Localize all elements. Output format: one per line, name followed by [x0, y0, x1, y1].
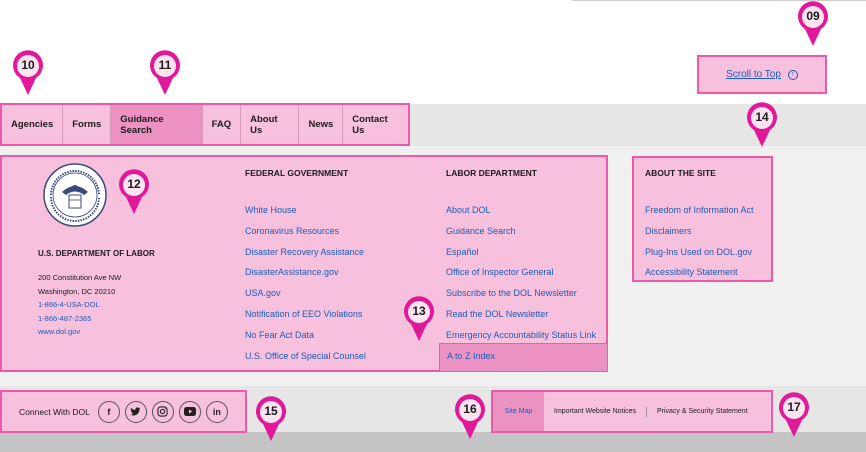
address-line-1: 200 Constitution Ave NW: [38, 273, 122, 282]
marker-17: 17: [777, 392, 811, 438]
about-link-disclaimers[interactable]: Disclaimers: [645, 224, 754, 245]
scroll-to-top-button[interactable]: Scroll to Top ↑: [697, 55, 827, 94]
marker-15: 15: [254, 396, 288, 442]
marker-13: 13: [402, 296, 436, 342]
facebook-icon[interactable]: f: [97, 400, 120, 423]
fed-link-osc[interactable]: U.S. Office of Special Counsel: [245, 349, 366, 370]
nav-item-contact-us[interactable]: Contact Us: [342, 105, 408, 144]
dol-seal-logo: [43, 163, 107, 227]
twitter-icon[interactable]: [124, 400, 147, 423]
marker-15-label: 15: [264, 404, 278, 418]
dol-link-about[interactable]: About DOL: [446, 203, 596, 224]
org-address: 200 Constitution Ave NW Washington, DC 2…: [38, 271, 121, 339]
address-line-2: Washington, DC 20210: [38, 286, 116, 296]
nav-item-faq[interactable]: FAQ: [201, 105, 241, 144]
marker-09-label: 09: [806, 9, 820, 23]
dol-link-oig[interactable]: Office of Inspector General: [446, 265, 596, 286]
nav-item-about-us[interactable]: About Us: [240, 105, 298, 144]
about-the-site-heading: ABOUT THE SITE: [645, 168, 716, 178]
marker-13-label: 13: [412, 304, 426, 318]
labor-department-column: LABOR DEPARTMENT About DOL Guidance Sear…: [446, 168, 596, 349]
scroll-to-top-label: Scroll to Top: [726, 69, 781, 80]
dol-link-guidance-search[interactable]: Guidance Search: [446, 224, 596, 245]
marker-16-label: 16: [463, 402, 477, 416]
labor-department-heading: LABOR DEPARTMENT: [446, 168, 537, 178]
fed-link-disasterassistance[interactable]: DisasterAssistance.gov: [245, 265, 366, 286]
bottom-gray-strip: [0, 432, 866, 452]
arrow-up-circle-icon: ↑: [787, 69, 798, 80]
fed-link-usa-gov[interactable]: USA.gov: [245, 286, 366, 307]
youtube-icon[interactable]: [178, 400, 201, 423]
dol-link-read-newsletter[interactable]: Read the DOL Newsletter: [446, 307, 596, 328]
about-link-foia[interactable]: Freedom of Information Act: [645, 203, 754, 224]
marker-10: 10: [11, 50, 45, 96]
about-link-plugins[interactable]: Plug-Ins Used on DOL.gov: [645, 245, 754, 266]
privacy-security-link[interactable]: Privacy & Security Statement: [647, 408, 758, 415]
marker-16: 16: [453, 394, 487, 440]
marker-11: 11: [148, 50, 182, 96]
about-the-site-section: ABOUT THE SITE Freedom of Information Ac…: [632, 156, 773, 282]
connect-with-dol-section: Connect With DOL f in: [0, 390, 247, 433]
about-link-accessibility[interactable]: Accessibility Statement: [645, 265, 754, 286]
dol-link-espanol[interactable]: Español: [446, 245, 596, 266]
about-the-site-column: ABOUT THE SITE Freedom of Information Ac…: [645, 168, 754, 286]
important-notices-link[interactable]: Important Website Notices: [544, 408, 646, 415]
a-to-z-index-highlight: A to Z Index: [439, 343, 608, 372]
marker-17-label: 17: [787, 400, 801, 414]
marker-14-label: 14: [755, 110, 769, 124]
marker-12: 12: [117, 169, 151, 215]
dol-link-subscribe[interactable]: Subscribe to the DOL Newsletter: [446, 286, 596, 307]
marker-14: 14: [745, 102, 779, 148]
site-map-link[interactable]: Site Map: [493, 392, 544, 431]
org-name: U.S. DEPARTMENT OF LABOR: [38, 249, 155, 258]
footer-main-section: U.S. DEPARTMENT OF LABOR 200 Constitutio…: [0, 155, 608, 372]
linkedin-icon[interactable]: in: [205, 400, 228, 423]
marker-12-label: 12: [127, 177, 141, 191]
a-to-z-index-link[interactable]: A to Z Index: [447, 351, 495, 361]
instagram-icon[interactable]: [151, 400, 174, 423]
connect-label: Connect With DOL: [19, 406, 90, 417]
marker-11-label: 11: [158, 58, 172, 72]
website-link[interactable]: www.dol.gov: [38, 325, 121, 339]
fed-link-disaster-recovery[interactable]: Disaster Recovery Assistance: [245, 245, 366, 266]
nav-item-news[interactable]: News: [298, 105, 342, 144]
marker-09: 09: [796, 1, 830, 47]
nav-item-forms[interactable]: Forms: [62, 105, 110, 144]
footer-links-bar: Site Map Important Website Notices Priva…: [491, 390, 773, 433]
federal-government-heading: FEDERAL GOVERNMENT: [245, 168, 349, 178]
fed-link-coronavirus[interactable]: Coronavirus Resources: [245, 224, 366, 245]
marker-10-label: 10: [21, 58, 35, 72]
phone-link-2[interactable]: 1-866-487-2365: [38, 312, 121, 326]
nav-item-agencies[interactable]: Agencies: [2, 105, 62, 144]
fed-link-eeo[interactable]: Notification of EEO Violations: [245, 307, 366, 328]
fed-link-no-fear[interactable]: No Fear Act Data: [245, 328, 366, 349]
fed-link-white-house[interactable]: White House: [245, 203, 366, 224]
footer-nav: Agencies Forms Guidance Search FAQ About…: [0, 103, 410, 146]
phone-link-1[interactable]: 1-866-4-USA-DOL: [38, 298, 121, 312]
nav-item-guidance-search[interactable]: Guidance Search: [110, 105, 202, 144]
federal-government-column: FEDERAL GOVERNMENT White House Coronavir…: [245, 168, 366, 369]
